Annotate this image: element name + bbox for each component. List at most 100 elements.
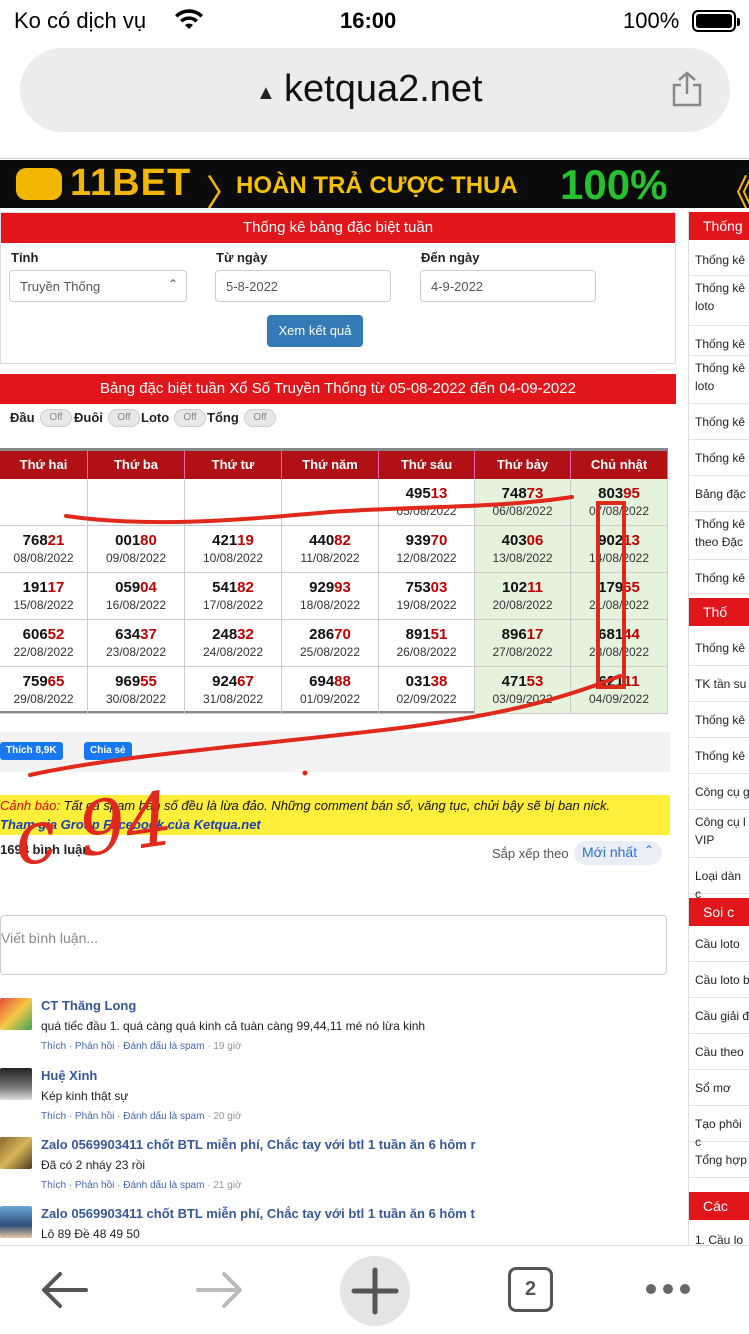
result-number-head: 059: [115, 579, 141, 596]
result-cell: 69488 01/09/2022: [282, 667, 379, 714]
toggle-loto[interactable]: Off: [174, 409, 206, 427]
sidebar-link[interactable]: Cầu loto b: [689, 962, 749, 998]
sidebar-link[interactable]: Công cụ g: [689, 774, 749, 810]
sidebar-link[interactable]: Thống kê loto: [689, 356, 749, 404]
sidebar-link[interactable]: Thống kê: [689, 326, 749, 356]
toggle-tail[interactable]: Off: [108, 409, 140, 427]
result-date: 14/08/2022: [588, 551, 650, 565]
comment-item: CT Thăng Long quá tiếc đầu 1. quá càng q…: [0, 998, 670, 1066]
sidebar-link[interactable]: Thống kê: [689, 242, 749, 276]
result-number: 74873: [475, 485, 570, 502]
comment-author[interactable]: CT Thăng Long: [41, 998, 136, 1013]
result-number: 49513: [379, 485, 474, 502]
comment-age: 21 giờ: [213, 1180, 242, 1191]
sidebar-link[interactable]: Bảng đặc: [689, 476, 749, 512]
result-cell: 40306 13/08/2022: [475, 526, 571, 573]
result-cell: 17965 21/08/2022: [571, 573, 668, 620]
sidebar-link[interactable]: 1. Cầu lo: [689, 1222, 749, 1246]
comment-text: Kép kinh thật sự: [41, 1089, 129, 1103]
result-number-head: 924: [212, 673, 238, 690]
address-bar[interactable]: ▲ ketqua2.net: [20, 48, 730, 132]
sidebar-link[interactable]: Thống kê: [689, 738, 749, 774]
comment-actions[interactable]: Thích · Phản hồi · Đánh dấu là spam: [41, 1041, 204, 1052]
comment-text: Đã có 2 nháy 23 rồi: [41, 1158, 146, 1172]
comment-input[interactable]: Viết bình luận...: [0, 915, 667, 975]
comment-actions[interactable]: Thích · Phản hồi · Đánh dấu là spam: [41, 1111, 204, 1122]
to-date-input[interactable]: 4-9-2022: [420, 270, 596, 302]
stats-form-panel: Thống kê bảng đặc biệt tuần Tỉnh Truyền …: [0, 212, 676, 364]
sidebar-link[interactable]: Cầu loto: [689, 926, 749, 962]
facebook-group-link[interactable]: Tham gia Group Facebook của Ketqua.net: [0, 817, 261, 832]
result-date: 22/08/2022: [13, 645, 74, 659]
sidebar-link[interactable]: Thống kê: [689, 630, 749, 666]
more-menu-icon[interactable]: [646, 1284, 697, 1294]
from-date-input[interactable]: 5-8-2022: [215, 270, 391, 302]
result-cell: 05904 16/08/2022: [88, 573, 185, 620]
back-arrow-icon[interactable]: [38, 1270, 90, 1310]
comment-author[interactable]: Zalo 0569903411 chốt BTL miễn phí, Chắc …: [41, 1206, 475, 1221]
result-number-head: 753: [405, 579, 431, 596]
fb-like-button[interactable]: Thích 8,9K: [0, 742, 63, 760]
sidebar-link[interactable]: Công cụ l VIP: [689, 810, 749, 858]
result-number-head: 248: [212, 626, 238, 643]
forward-arrow-icon[interactable]: [194, 1270, 246, 1310]
result-date: 01/09/2022: [299, 692, 361, 706]
new-tab-button[interactable]: [340, 1256, 410, 1326]
result-number: 69488: [282, 673, 378, 690]
sidebar-link[interactable]: Thống kê: [689, 404, 749, 440]
sidebar-link[interactable]: Tạo phôi c: [689, 1106, 749, 1149]
fb-share-button[interactable]: Chia sẻ: [84, 742, 132, 760]
sidebar-link[interactable]: Thống kê theo Đặc: [689, 512, 749, 560]
comment-item: Zalo 0569903411 chốt BTL miễn phí, Chắc …: [0, 1137, 670, 1205]
result-number-head: 606: [22, 626, 48, 643]
sidebar-link[interactable]: Cầu theo: [689, 1034, 749, 1070]
avatar[interactable]: [0, 1137, 32, 1169]
avatar[interactable]: [0, 1068, 32, 1100]
warning-icon: ▲: [256, 82, 276, 104]
province-value: Truyền Thống: [20, 279, 101, 294]
toggle-head[interactable]: Off: [40, 409, 72, 427]
comment-author[interactable]: Huệ Xinh: [41, 1068, 97, 1083]
toggle-sum[interactable]: Off: [244, 409, 276, 427]
result-date: 16/08/2022: [105, 598, 167, 612]
sidebar-section-title[interactable]: Thố: [689, 598, 749, 626]
sidebar-link[interactable]: Thống kê: [689, 560, 749, 594]
result-number-tail: 82: [334, 532, 351, 549]
sidebar-link[interactable]: Thống kê: [689, 702, 749, 738]
sidebar-link[interactable]: Tổng hợp: [689, 1142, 749, 1178]
sort-select[interactable]: Mới nhất ⌃: [574, 841, 662, 865]
result-number-tail: 73: [526, 485, 544, 502]
sidebar-link[interactable]: Loại dàn c: [689, 858, 749, 901]
sidebar-link[interactable]: TK tần su: [689, 666, 749, 702]
result-number-head: 891: [405, 626, 431, 643]
result-number-tail: 11: [623, 673, 640, 690]
sidebar-link[interactable]: Cầu giải đ: [689, 998, 749, 1034]
submit-button[interactable]: Xem kết quả: [267, 315, 363, 347]
result-cell: 47153 03/09/2022: [475, 667, 571, 714]
province-select[interactable]: Truyền Thống ⌃: [9, 270, 187, 302]
result-number: 17965: [571, 579, 667, 596]
sidebar-section-title[interactable]: Thống: [689, 212, 749, 240]
result-cell: 19117 15/08/2022: [0, 573, 88, 620]
result-cell: [185, 479, 282, 526]
comment-actions[interactable]: Thích · Phản hồi · Đánh dấu là spam: [41, 1180, 204, 1191]
sidebar-section-title[interactable]: Các: [689, 1192, 749, 1220]
avatar[interactable]: [0, 998, 32, 1030]
share-icon[interactable]: [670, 70, 704, 108]
sidebar-link[interactable]: Sổ mơ: [689, 1070, 749, 1106]
sidebar-section-title[interactable]: Soi c: [689, 898, 749, 926]
result-date: 06/08/2022: [492, 504, 553, 518]
avatar[interactable]: [0, 1206, 32, 1238]
sidebar-link[interactable]: Thống kê: [689, 440, 749, 476]
result-cell: 63437 23/08/2022: [88, 620, 185, 667]
tabs-button[interactable]: 2: [508, 1267, 553, 1312]
sidebar-link[interactable]: Thống kê loto: [689, 276, 749, 326]
ad-banner[interactable]: 11BET 〉 HOÀN TRẢ CƯỢC THUA 100% 《: [0, 160, 749, 208]
comment-author[interactable]: Zalo 0569903411 chốt BTL miễn phí, Chắc …: [41, 1137, 476, 1152]
result-number-tail: 82: [237, 579, 254, 596]
result-cell: 03138 02/09/2022: [379, 667, 475, 714]
warning-text: Cảnh báo: Tất cả spam bán số đều là lừa …: [0, 798, 610, 813]
result-cell: 28670 25/08/2022: [282, 620, 379, 667]
result-cell: 54182 17/08/2022: [185, 573, 282, 620]
result-cell: 60652 22/08/2022: [0, 620, 88, 667]
